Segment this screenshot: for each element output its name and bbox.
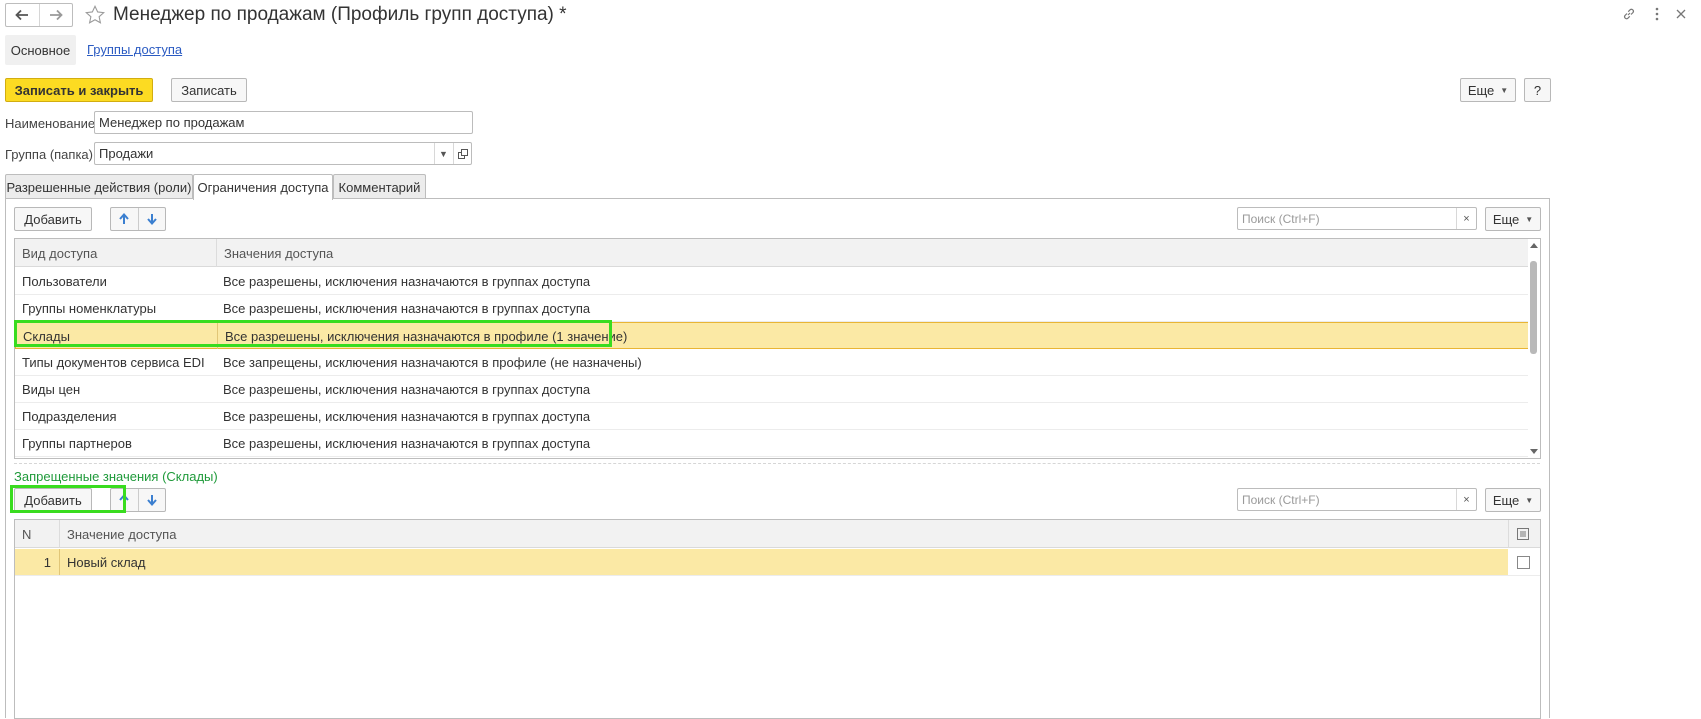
clear-search-icon[interactable]: × (1456, 489, 1476, 510)
move-up-button[interactable] (111, 208, 138, 230)
section-access-groups-link[interactable]: Группы доступа (87, 42, 182, 57)
access-kind-cell: Типы документов сервиса EDI (22, 354, 205, 370)
close-icon[interactable] (1673, 4, 1689, 24)
row-checkbox-cell (1508, 549, 1540, 575)
arrow-up-icon (119, 213, 129, 224)
column-access-kind[interactable]: Вид доступа (15, 239, 216, 267)
caret-down-icon: ▼ (1525, 495, 1534, 505)
name-field[interactable]: Менеджер по продажам (94, 111, 473, 134)
tab-access-restrictions[interactable]: Ограничения доступа (193, 174, 333, 200)
access-kind-cell: Пользователи (22, 273, 107, 289)
table-header: N Значение доступа (15, 520, 1540, 548)
access-search-input[interactable]: Поиск (Ctrl+F) × (1237, 207, 1477, 230)
group-field[interactable]: Продажи ▼ (94, 142, 472, 165)
table-row-selected[interactable]: Склады Все разрешены, исключения назнача… (15, 322, 1529, 349)
table-header: Вид доступа Значения доступа (15, 239, 1540, 267)
forbidden-values-title: Запрещенные значения (Склады) (14, 469, 218, 484)
move-buttons (110, 207, 166, 231)
row-checkbox[interactable] (1517, 555, 1530, 569)
clear-search-icon[interactable]: × (1456, 208, 1476, 229)
forward-button[interactable] (38, 4, 73, 26)
move-up-button[interactable] (111, 489, 138, 511)
column-number[interactable]: N (15, 520, 59, 548)
access-kind-cell: Группы партнеров (22, 435, 132, 451)
values-search-input[interactable]: Поиск (Ctrl+F) × (1237, 488, 1477, 511)
section-main[interactable]: Основное (5, 35, 76, 65)
arrow-left-icon (15, 9, 29, 21)
window-controls (1611, 4, 1701, 24)
add-access-kind-button[interactable]: Добавить (14, 207, 92, 231)
move-buttons (110, 488, 166, 512)
table-row[interactable]: Группы номенклатуры Все разрешены, исклю… (15, 295, 1529, 322)
access-kind-cell: Подразделения (22, 408, 117, 424)
favorite-button[interactable] (82, 2, 108, 28)
more-label: Еще (1492, 211, 1520, 227)
arrow-down-icon (147, 495, 157, 506)
save-button[interactable]: Записать (171, 78, 247, 102)
arrow-up-icon (119, 494, 129, 505)
forbidden-values-table[interactable]: N Значение доступа 1 Новый склад (14, 519, 1541, 719)
access-kind-cell: Виды цен (22, 381, 81, 397)
back-button[interactable] (6, 4, 39, 26)
help-button[interactable]: ? (1524, 78, 1551, 102)
group-label: Группа (папка): (5, 147, 97, 162)
move-down-button[interactable] (137, 208, 166, 230)
search-placeholder: Поиск (Ctrl+F) (1242, 493, 1320, 507)
table-row[interactable]: Виды цен Все разрешены, исключения назна… (15, 376, 1529, 403)
scrollbar-thumb[interactable] (1530, 261, 1537, 354)
window-title: Менеджер по продажам (Профиль групп дост… (113, 4, 567, 25)
table-row[interactable]: Типы документов сервиса EDI Все запрещен… (15, 349, 1529, 376)
caret-down-icon: ▼ (1525, 214, 1534, 224)
group-value: Продажи (99, 146, 154, 161)
star-icon (85, 4, 105, 24)
access-value-cell: Все разрешены, исключения назначаются в … (223, 381, 591, 397)
name-label: Наименование: (5, 116, 99, 131)
save-and-close-button[interactable]: Записать и закрыть (5, 78, 153, 102)
table-row[interactable]: Пользователи Все разрешены, исключения н… (15, 268, 1529, 295)
column-settings[interactable] (1508, 520, 1540, 548)
dropdown-icon[interactable]: ▼ (434, 143, 452, 164)
tab-comment[interactable]: Комментарий (333, 174, 426, 199)
row-number-cell: 1 (43, 554, 51, 570)
arrow-right-icon (49, 9, 63, 21)
scroll-up-icon (1530, 243, 1538, 248)
vertical-scrollbar[interactable] (1528, 239, 1540, 458)
access-kinds-table[interactable]: Вид доступа Значения доступа Пользовател… (14, 238, 1541, 459)
access-value-cell: Все разрешены, исключения назначаются в … (223, 300, 591, 316)
more-vertical-icon[interactable] (1649, 4, 1665, 24)
more-button[interactable]: Еще ▼ (1460, 78, 1516, 102)
navigation-buttons (5, 3, 73, 27)
search-placeholder: Поиск (Ctrl+F) (1242, 212, 1320, 226)
table-row[interactable]: Подразделения Все разрешены, исключения … (15, 403, 1529, 430)
access-value-cell: Все разрешены, исключения назначаются в … (223, 435, 591, 451)
access-value-cell: Все разрешены, исключения назначаются в … (223, 273, 591, 289)
open-icon[interactable] (453, 143, 471, 164)
table-row-selected[interactable]: 1 Новый склад (15, 549, 1540, 576)
move-down-button[interactable] (137, 489, 166, 511)
access-kind-cell: Группы номенклатуры (22, 300, 157, 316)
access-value-cell: Все запрещены, исключения назначаются в … (223, 354, 642, 370)
column-access-value[interactable]: Значение доступа (59, 520, 1508, 548)
access-kind-cell: Склады (23, 328, 70, 344)
table-row[interactable]: Группы партнеров Все разрешены, исключен… (15, 430, 1529, 457)
caret-down-icon: ▼ (1500, 85, 1509, 95)
column-settings-icon (1517, 528, 1529, 540)
arrow-down-icon (147, 214, 157, 225)
more-label: Еще (1492, 492, 1520, 508)
column-access-values[interactable]: Значения доступа (216, 239, 1528, 267)
scroll-down-icon (1530, 449, 1538, 454)
values-more-button[interactable]: Еще ▼ (1485, 488, 1541, 512)
access-value-cell: Все разрешены, исключения назначаются в … (217, 323, 627, 349)
access-more-button[interactable]: Еще ▼ (1485, 207, 1541, 231)
more-label: Еще (1467, 82, 1495, 98)
add-value-button[interactable]: Добавить (14, 488, 92, 512)
section-divider (14, 463, 1540, 464)
access-value-cell: Новый склад (59, 549, 145, 575)
access-value-cell: Все разрешены, исключения назначаются в … (223, 408, 591, 424)
tab-allowed-actions[interactable]: Разрешенные действия (роли) (5, 174, 193, 199)
link-icon[interactable] (1619, 4, 1639, 24)
